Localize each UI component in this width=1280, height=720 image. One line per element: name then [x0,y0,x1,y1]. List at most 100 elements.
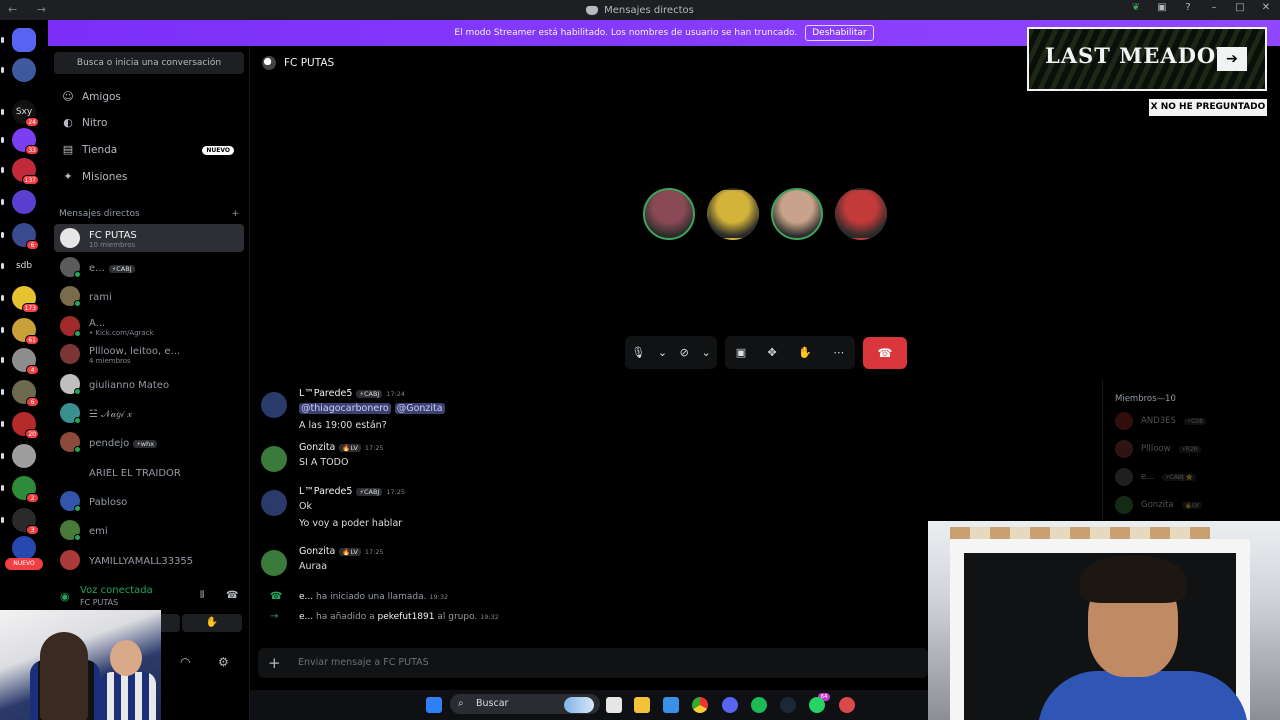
call-participant-3[interactable] [771,188,823,240]
app-icon[interactable] [839,697,855,713]
nav-item-misiones[interactable]: ✦ Misiones [54,166,244,188]
spotify-icon[interactable] [751,697,767,713]
server-icon[interactable] [12,28,36,52]
server-icon[interactable]: 4 [12,348,39,375]
author-name[interactable]: L™Parede5 [299,486,352,497]
dm-item[interactable]: A... • Kick.com/Agrack [54,312,244,340]
member-item[interactable]: e... ⚡CABJ ⭐ [1115,468,1197,486]
server-icon[interactable] [12,58,36,82]
author-name[interactable]: L™Parede5 [299,388,352,399]
server-icon[interactable]: Sxy 24 [12,100,39,127]
search-conversation-input[interactable]: Busca o inicia una conversación [54,52,244,74]
message-composer[interactable]: + Enviar mensaje a FC PUTAS [258,648,928,678]
copilot-icon[interactable] [663,697,679,713]
dm-item[interactable]: Pllloow, leitoo, e... 4 miembros [54,340,244,368]
message-author[interactable]: L™Parede5 ⚡CABJ 17:24 [299,388,405,399]
author-name[interactable]: Gonzita [299,546,335,557]
server-icon[interactable]: 6 [12,223,39,250]
message-input[interactable]: Enviar mensaje a FC PUTAS [298,657,429,668]
message-avatar[interactable] [261,446,287,472]
server-icon[interactable]: 3 [12,508,39,535]
system-target[interactable]: pekefut1891 [378,612,435,622]
dm-item[interactable]: ☱ 𝒩𝒶𝑔𝒾 𝓍 [54,399,244,427]
windows-start-icon[interactable] [426,697,442,713]
minimize-icon[interactable]: – [1208,2,1220,14]
camera-options-chevron-icon[interactable]: ⌄ [701,346,710,359]
system-actor[interactable]: e... [299,612,313,622]
disconnect-icon[interactable]: ☎ [226,590,238,601]
server-icon[interactable]: 33 [12,128,39,155]
discord-taskbar-icon[interactable] [722,697,738,713]
settings-gear-icon[interactable]: ⚙ [218,655,229,669]
message-avatar[interactable] [261,550,287,576]
help-icon[interactable]: ? [1182,2,1194,14]
whatsapp-icon[interactable] [809,697,825,713]
nav-item-nitro[interactable]: ◐ Nitro [54,112,244,134]
message-avatar[interactable] [261,392,287,418]
close-icon[interactable]: ✕ [1260,2,1272,14]
server-icon[interactable] [12,190,36,214]
noise-suppression-icon[interactable]: ⫴ [200,590,204,601]
user-mention[interactable]: @thiagocarbonero [299,403,391,414]
attach-plus-icon[interactable]: + [268,654,281,672]
dm-item[interactable]: YAMILLYAMALL33355 [54,546,244,574]
nav-item-tienda[interactable]: ▤ Tienda NUEVO [54,139,244,161]
member-item[interactable]: Gonzita 🔥LV [1115,496,1202,514]
voice-status[interactable]: Voz conectada [80,585,153,596]
headset-icon[interactable]: ◠ [180,655,190,669]
server-icon[interactable]: 61 [12,318,39,345]
mic-options-chevron-icon[interactable]: ⌄ [658,346,667,359]
activities-icon[interactable]: ✥ [768,346,777,359]
author-name[interactable]: Gonzita [299,442,335,453]
server-icon[interactable]: sdb [12,254,36,278]
leaf-icon[interactable]: ❦ [1130,2,1142,14]
screen-share-icon[interactable]: ▣ [736,346,746,359]
call-participant-2[interactable] [707,188,759,240]
add-dm-icon[interactable]: + [231,209,239,219]
dm-item[interactable]: FC PUTAS 10 miembros [54,224,244,252]
call-participant-1[interactable] [643,188,695,240]
member-item[interactable]: AND3ES ⚡C08 [1115,412,1206,430]
server-icon[interactable]: 173 [12,286,39,313]
task-view-icon[interactable] [606,697,622,713]
history-nav[interactable]: ← → [8,3,54,16]
voice-channel[interactable]: FC PUTAS [80,598,118,607]
dm-item[interactable]: pendejo ⚡whx [54,428,244,456]
chrome-icon[interactable] [692,697,708,713]
microphone-icon[interactable]: 🎙 [631,346,645,359]
message-author[interactable]: L™Parede5 ⚡CABJ 17:25 [299,486,405,497]
hang-up-button[interactable]: ☎ [863,337,907,369]
signal-icon[interactable]: ◉ [60,590,70,603]
disable-streamer-button[interactable]: Deshabilitar [805,25,874,41]
new-badge[interactable]: NUEVO [5,558,43,570]
message-author[interactable]: Gonzita 🔥LV 17:25 [299,546,384,557]
server-icon[interactable]: 6 [12,380,39,407]
soundboard-icon[interactable]: ✋ [798,346,812,359]
nav-item-amigos[interactable]: ☺ Amigos [54,86,244,108]
maximize-icon[interactable]: □ [1234,2,1246,14]
file-explorer-icon[interactable] [634,697,650,713]
server-icon[interactable] [12,444,36,468]
screen-icon[interactable]: ▣ [1156,2,1168,14]
message-avatar[interactable] [261,490,287,516]
system-actor[interactable]: e... [299,592,313,602]
message-author[interactable]: Gonzita 🔥LV 17:25 [299,442,384,453]
server-icon[interactable] [12,536,36,560]
call-participant-4[interactable] [835,188,887,240]
dm-item[interactable]: Pabloso [54,487,244,515]
dm-item[interactable]: e... ⚡CABJ [54,253,244,281]
widgets-icon[interactable] [564,697,594,713]
activities-button[interactable]: ✋ [182,614,242,632]
dm-item[interactable]: emi [54,516,244,544]
dm-item[interactable]: giulianno Mateo [54,370,244,398]
server-icon[interactable]: 20 [12,412,39,439]
more-options-icon[interactable]: ⋯ [833,346,844,359]
member-item[interactable]: Pllloow ⚡R2R [1115,440,1201,458]
dm-item[interactable]: rami [54,282,244,310]
dm-item[interactable]: ARIEL EL TRAIDOR [54,458,244,486]
server-icon[interactable]: 2 [12,476,39,503]
server-icon[interactable]: 137 [12,158,39,185]
camera-off-icon[interactable]: ⊘ [680,346,689,359]
user-mention[interactable]: @Gonzita [394,403,445,414]
steam-icon[interactable] [780,697,796,713]
